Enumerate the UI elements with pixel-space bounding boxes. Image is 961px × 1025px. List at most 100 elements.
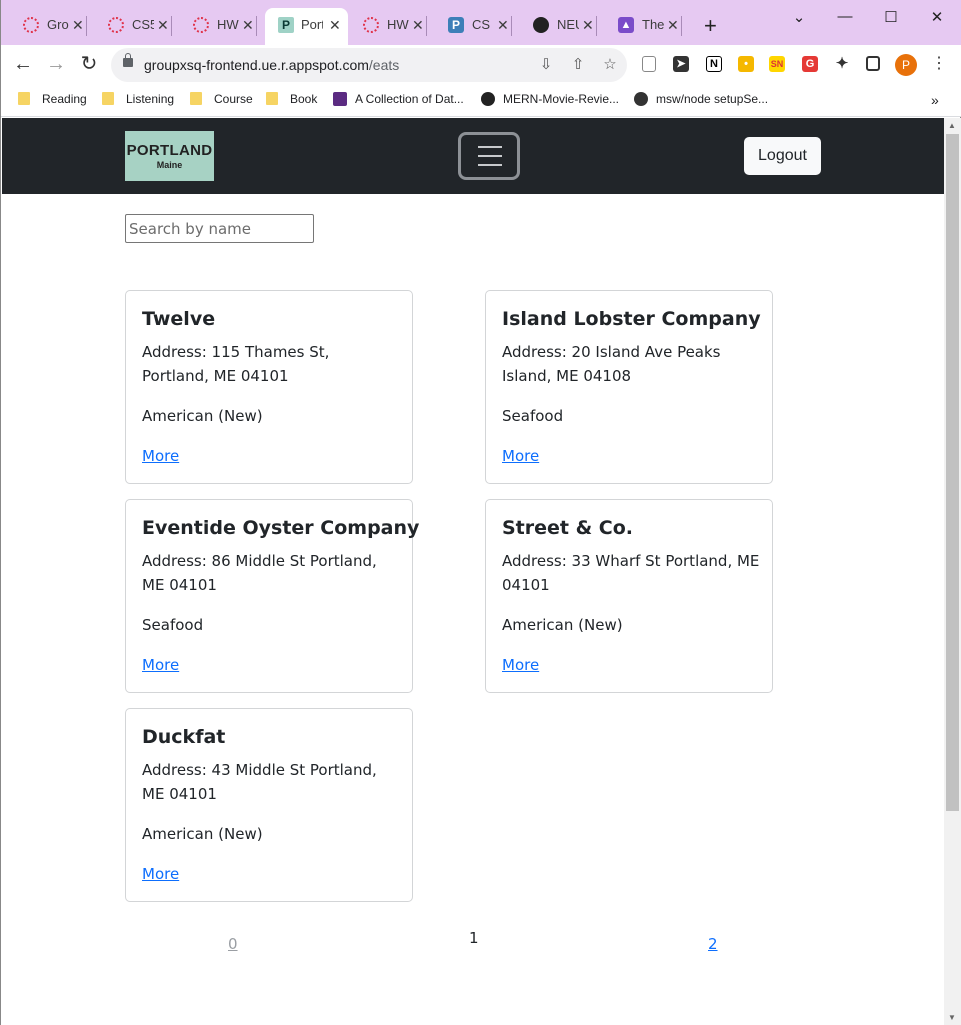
star-icon[interactable]: ☆ <box>601 56 619 74</box>
folder-icon <box>190 92 202 105</box>
browser-tab[interactable]: P CS 5 ✕ <box>428 8 512 45</box>
close-icon[interactable]: ✕ <box>412 16 424 34</box>
tab-separator <box>171 16 172 36</box>
browser-tab[interactable]: ▲ The ✕ <box>598 8 682 45</box>
tab-title: CS 5 <box>472 17 494 32</box>
navbar-toggle-button[interactable] <box>458 132 520 180</box>
restaurant-name: Duckfat <box>142 726 226 748</box>
folder-icon <box>102 92 114 105</box>
restaurant-card: Twelve Address: 115 Thames St, Portland,… <box>125 290 413 484</box>
bookmark-label: msw/node setupSe... <box>656 92 769 106</box>
close-icon[interactable]: ✕ <box>72 16 84 34</box>
sn-icon[interactable]: SN <box>769 56 785 72</box>
bookmark-book[interactable]: Book <box>266 91 317 107</box>
tab-separator <box>426 16 427 36</box>
bookmark-collection[interactable]: A Collection of Dat... <box>333 91 464 107</box>
bookmark-msw[interactable]: msw/node setupSe... <box>634 91 768 107</box>
close-icon[interactable]: ✕ <box>329 16 341 34</box>
forward-icon[interactable]: → <box>44 54 68 74</box>
url-path: /eats <box>368 57 400 73</box>
flag-icon <box>333 92 347 106</box>
more-link[interactable]: More <box>142 653 179 677</box>
ring-icon <box>108 17 124 33</box>
tab-separator <box>86 16 87 36</box>
search-input[interactable] <box>125 214 314 243</box>
logout-button[interactable]: Logout <box>744 137 821 175</box>
url-text[interactable]: groupxsq-frontend.ue.r.appspot.com/eats <box>144 57 399 73</box>
tab-separator <box>596 16 597 36</box>
browser-tab[interactable]: NEU ✕ <box>513 8 597 45</box>
send-icon[interactable]: ➤ <box>673 56 689 72</box>
back-icon[interactable]: ← <box>11 54 35 74</box>
close-icon[interactable]: ✕ <box>497 16 509 34</box>
site-logo[interactable]: PORTLAND Maine <box>125 131 214 181</box>
scroll-down-icon[interactable]: ▼ <box>948 1013 956 1022</box>
bookmark-listening[interactable]: Listening <box>102 91 174 107</box>
pagination-prev-link[interactable]: 0 <box>228 934 238 954</box>
grammarly-icon[interactable]: G <box>802 56 818 72</box>
restaurant-card: Duckfat Address: 43 Middle St Portland, … <box>125 708 413 902</box>
bookmark-label: Book <box>290 92 318 106</box>
keep-icon[interactable]: • <box>738 56 754 72</box>
extensions-icon[interactable]: ✦ <box>834 56 850 72</box>
page-scrollbar[interactable]: ▲ ▼ <box>944 118 961 1025</box>
tab-title: The <box>642 17 664 32</box>
sidepanel-icon[interactable] <box>866 56 880 71</box>
reload-icon[interactable]: ↻ <box>77 54 101 74</box>
browser-tab[interactable]: HW ✕ <box>343 8 427 45</box>
scroll-up-icon[interactable]: ▲ <box>948 121 956 130</box>
bookmark-label: Listening <box>126 92 175 106</box>
more-link[interactable]: More <box>142 444 179 468</box>
browser-tab-active[interactable]: P Port ✕ <box>265 8 348 45</box>
more-link[interactable]: More <box>142 862 179 886</box>
restaurant-address: Address: 33 Wharf St Portland, ME 04101 <box>502 552 760 594</box>
address-bar[interactable]: groupxsq-frontend.ue.r.appspot.com/eats … <box>111 48 627 82</box>
page-viewport: PORTLAND Maine Logout Twelve Address: 11… <box>2 118 944 1025</box>
tab-title: CS5 <box>132 17 154 32</box>
more-link[interactable]: More <box>502 444 539 468</box>
bookmark-mern[interactable]: MERN-Movie-Revie... <box>481 91 619 107</box>
pagination-next-link[interactable]: 2 <box>708 934 718 954</box>
close-window-icon[interactable]: ✕ <box>927 8 947 26</box>
p-icon: P <box>278 17 294 33</box>
logo-subtitle: Maine <box>156 160 183 170</box>
close-icon[interactable]: ✕ <box>582 16 594 34</box>
notion-icon[interactable]: N <box>706 56 722 72</box>
browser-tab[interactable]: CS5 ✕ <box>88 8 172 45</box>
github-icon <box>481 92 495 106</box>
share-icon[interactable]: ⇧ <box>569 56 587 74</box>
reader-icon[interactable] <box>642 56 656 72</box>
close-icon[interactable]: ✕ <box>157 16 169 34</box>
minimize-icon[interactable]: — <box>835 8 855 25</box>
github-icon <box>533 17 549 33</box>
new-tab-button[interactable]: + <box>704 15 717 37</box>
maximize-icon[interactable]: ☐ <box>881 8 901 26</box>
restaurant-cuisine: American (New) <box>502 616 623 634</box>
bookmark-reading[interactable]: Reading <box>18 91 87 107</box>
browser-tab[interactable]: HW ✕ <box>173 8 257 45</box>
close-icon[interactable]: ✕ <box>242 16 254 34</box>
restaurant-name: Island Lobster Company <box>502 308 761 330</box>
restaurant-address: Address: 20 Island Ave Peaks Island, ME … <box>502 343 721 385</box>
more-link[interactable]: More <box>502 653 539 677</box>
close-icon[interactable]: ✕ <box>667 16 679 34</box>
logo-title: PORTLAND <box>126 142 213 159</box>
bookmark-course[interactable]: Course <box>190 91 253 107</box>
hamburger-line <box>478 146 502 148</box>
browser-window: Gro ✕ CS5 ✕ HW ✕ P Port ✕ HW ✕ P CS ✕ NE… <box>0 0 961 1025</box>
restaurant-address: Address: 86 Middle St Portland, ME 04101 <box>142 552 377 594</box>
restaurant-cuisine: Seafood <box>502 407 564 425</box>
restaurant-name: Eventide Oyster Company <box>142 517 420 539</box>
globe-icon <box>634 92 648 106</box>
more-bookmarks-icon[interactable]: » <box>931 93 939 107</box>
profile-avatar[interactable]: P <box>895 54 917 76</box>
menu-icon[interactable]: ⋮ <box>927 54 951 74</box>
ring-icon <box>363 17 379 33</box>
browser-tab[interactable]: Gro ✕ <box>3 8 87 45</box>
install-icon[interactable]: ⇩ <box>537 56 555 74</box>
scrollbar-thumb[interactable] <box>946 134 959 811</box>
bookmarks-bar: Reading Listening Course Book A Collecti… <box>1 85 961 117</box>
bell-icon: ▲ <box>618 17 634 33</box>
tab-title: NEU <box>557 17 579 32</box>
tab-search-icon[interactable]: ⌄ <box>789 8 809 26</box>
